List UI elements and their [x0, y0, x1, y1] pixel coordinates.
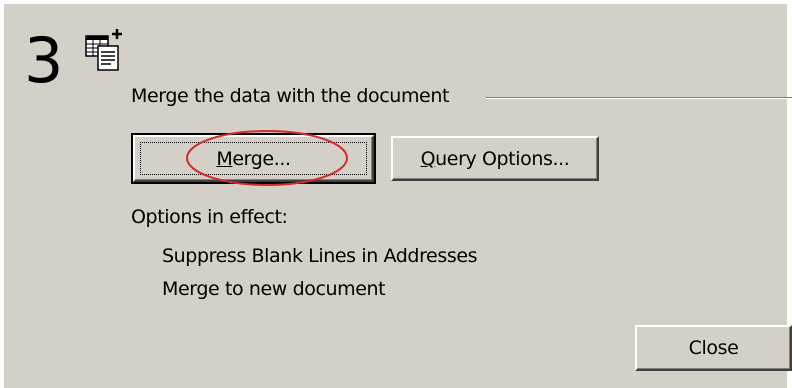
- options-title: Options in effect:: [131, 206, 288, 228]
- step-number: 3: [24, 24, 63, 97]
- group-label: Merge the data with the document: [131, 85, 450, 107]
- merge-mnemonic: M: [216, 147, 233, 170]
- option-item: Merge to new document: [162, 278, 386, 300]
- query-options-button[interactable]: Query Options...: [391, 136, 599, 181]
- window-frame-top: [0, 0, 792, 4]
- options-list: Suppress Blank Lines in Addresses Merge …: [162, 240, 478, 306]
- query-options-mnemonic: Q: [420, 147, 436, 170]
- group-divider: [486, 97, 792, 99]
- query-options-label-rest: uery Options...: [435, 147, 570, 170]
- merge-button[interactable]: Merge...: [131, 133, 376, 184]
- window-frame-left: [0, 0, 4, 388]
- merge-label-rest: erge...: [232, 147, 291, 170]
- option-item: Suppress Blank Lines in Addresses: [162, 245, 478, 267]
- merge-button-label: Merge...: [216, 147, 291, 170]
- query-options-button-label: Query Options...: [421, 148, 570, 170]
- close-button[interactable]: Close: [635, 325, 792, 371]
- merge-document-icon: [85, 29, 122, 71]
